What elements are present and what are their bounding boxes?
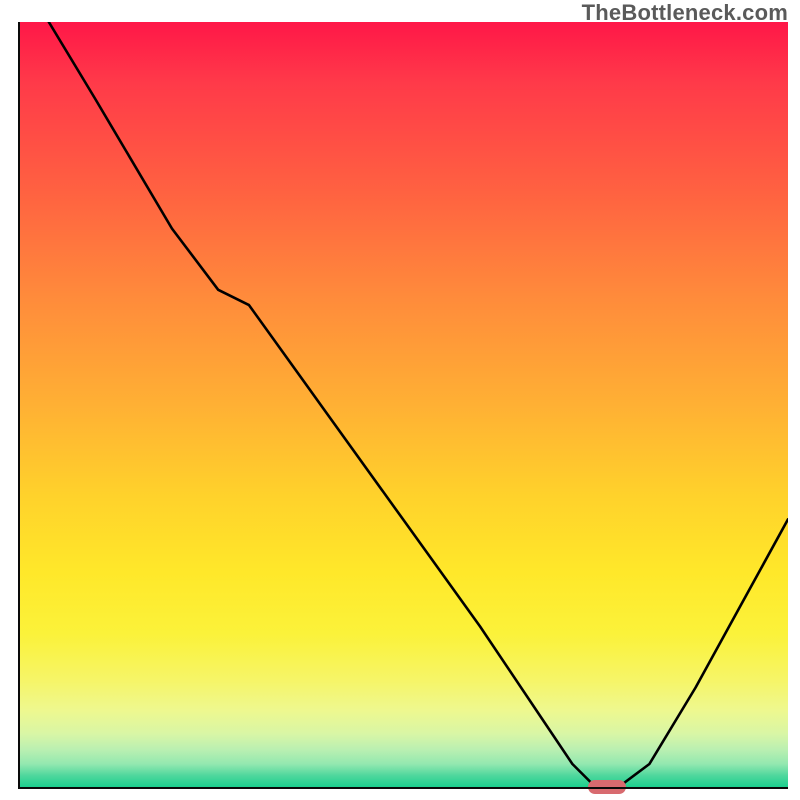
x-axis xyxy=(18,787,788,789)
y-axis xyxy=(18,22,20,787)
curve-layer xyxy=(18,22,788,787)
bottleneck-chart: TheBottleneck.com xyxy=(0,0,800,800)
watermark-text: TheBottleneck.com xyxy=(582,0,788,26)
bottleneck-curve-path xyxy=(49,22,788,787)
